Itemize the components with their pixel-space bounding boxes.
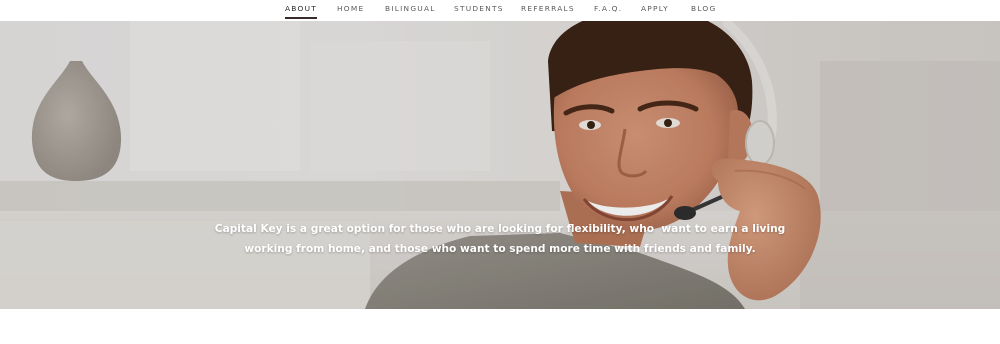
nav-item-about[interactable]: ABOUT xyxy=(285,0,317,21)
nav-item-label: STUDENTS xyxy=(454,4,504,13)
nav-item-label: APPLY xyxy=(641,4,669,13)
nav-item-label: BLOG xyxy=(691,4,717,13)
page: ABOUT HOME BILINGUAL STUDENTS REFERRALS … xyxy=(0,0,1000,344)
nav-item-home[interactable]: HOME xyxy=(337,0,364,21)
hero-photo xyxy=(0,21,1000,309)
nav-item-label: ABOUT xyxy=(285,4,317,13)
nav-item-bilingual[interactable]: BILINGUAL xyxy=(385,0,436,21)
nav-item-referrals[interactable]: REFERRALS xyxy=(521,0,575,21)
nav-item-label: F.A.Q. xyxy=(594,4,623,13)
hero-caption-line-2: working from home, and those who want to… xyxy=(244,243,756,255)
nav-list: ABOUT HOME BILINGUAL STUDENTS REFERRALS … xyxy=(0,0,1000,21)
active-underline xyxy=(285,17,317,19)
hero-banner: Capital Key is a great option for those … xyxy=(0,21,1000,309)
nav-item-students[interactable]: STUDENTS xyxy=(454,0,504,21)
nav-item-faq[interactable]: F.A.Q. xyxy=(594,0,622,21)
nav-item-label: HOME xyxy=(337,4,365,13)
nav-item-blog[interactable]: BLOG xyxy=(691,0,716,21)
nav-item-label: REFERRALS xyxy=(521,4,575,13)
top-navigation: ABOUT HOME BILINGUAL STUDENTS REFERRALS … xyxy=(0,0,1000,21)
nav-item-label: BILINGUAL xyxy=(385,4,436,13)
nav-item-apply[interactable]: APPLY xyxy=(641,0,669,21)
content-area xyxy=(0,309,1000,344)
hero-caption: Capital Key is a great option for those … xyxy=(200,219,800,259)
hero-caption-line-1: Capital Key is a great option for those … xyxy=(214,223,786,235)
